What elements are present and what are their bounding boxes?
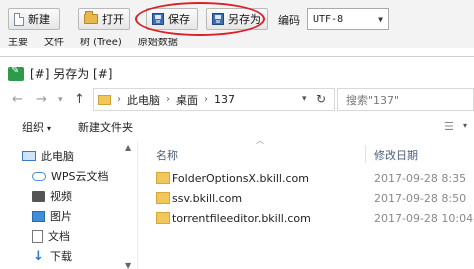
search-placeholder: 搜索"137" — [346, 93, 400, 107]
folder-icon — [156, 212, 170, 224]
breadcrumb-desktop[interactable]: 桌面 — [176, 92, 198, 108]
chevron-right-icon: › — [166, 94, 170, 105]
file-name: ssv.bkill.com — [172, 192, 243, 205]
pane-divider[interactable] — [137, 141, 138, 269]
dialog-title: [#] 另存为 [#] — [30, 67, 113, 81]
file-name: torrentfileeditor.bkill.com — [172, 212, 311, 225]
breadcrumb-137[interactable]: 137 — [214, 93, 235, 106]
scroll-down-icon[interactable]: ▼ — [125, 261, 131, 269]
sort-indicator-icon: ︿ — [256, 136, 264, 145]
sidebar-item-label: WPS云文档 — [51, 170, 109, 183]
sidebar-item-pictures[interactable]: 图片 — [32, 207, 72, 225]
save-button[interactable]: 保存 — [146, 8, 198, 30]
organize-label: 组织 — [22, 121, 44, 134]
scroll-up-icon[interactable]: ▲ — [125, 143, 131, 152]
file-modified: 2017-09-28 8:50 — [374, 192, 467, 205]
save-disk-icon — [152, 13, 164, 25]
open-button-label: 打开 — [102, 13, 124, 26]
chevron-down-icon: ▼ — [378, 14, 383, 24]
tab-tree[interactable]: 树 (Tree) — [72, 38, 130, 48]
view-options-icon[interactable]: ☰ — [444, 120, 454, 133]
file-name: FolderOptionsX.bkill.com — [172, 172, 309, 185]
recent-chevron-icon[interactable]: ▾ — [58, 95, 63, 105]
chevron-right-icon: › — [117, 94, 121, 105]
picture-icon — [32, 210, 45, 222]
forward-arrow-icon[interactable]: → — [36, 92, 47, 107]
encoding-label: 编码 — [278, 14, 300, 27]
refresh-icon[interactable]: ↻ — [316, 92, 326, 106]
column-divider[interactable] — [365, 145, 366, 163]
video-icon — [32, 190, 45, 202]
view-dropdown-icon[interactable]: ▾ — [463, 121, 467, 130]
list-item[interactable]: torrentfileeditor.bkill.com 2017-09-28 1… — [150, 209, 474, 229]
address-dropdown-icon[interactable]: ▾ — [302, 94, 307, 104]
folder-icon — [156, 172, 170, 184]
column-header-name[interactable]: 名称 — [156, 147, 178, 163]
tab-main[interactable]: 主要 — [0, 38, 36, 48]
sidebar-item-label: 文档 — [48, 230, 70, 243]
save-as-disk-icon — [212, 13, 224, 25]
new-file-icon — [14, 12, 24, 26]
command-bar: 组织 ▾ 新建文件夹 ☰ ▾ — [0, 117, 474, 137]
save-button-label: 保存 — [168, 13, 190, 26]
folder-icon — [156, 192, 170, 204]
app-icon — [8, 65, 24, 81]
sidebar-item-downloads[interactable]: ↓ 下载 — [32, 247, 72, 265]
dialog-title-bar: [#] 另存为 [#] — [8, 65, 112, 82]
document-icon — [32, 229, 43, 243]
address-row: ← → ▾ ↑ › 此电脑 › 桌面 › 137 ▾ ↻ 搜索"137" — [0, 87, 474, 113]
computer-icon — [22, 151, 36, 161]
folder-icon — [98, 94, 111, 105]
encoding-value: UTF-8 — [313, 13, 344, 25]
file-modified: 2017-09-28 10:04 — [374, 212, 474, 225]
download-icon: ↓ — [33, 248, 44, 264]
new-button-label: 新建 — [28, 13, 50, 26]
sidebar-item-label: 此电脑 — [41, 150, 74, 163]
tab-file[interactable]: 文件 — [36, 38, 72, 48]
editor-toolbar: 新建 打开 保存 另存为 编码 UTF-8 ▼ 主要 文件 树 (Tree) 原… — [0, 0, 474, 48]
encoding-select[interactable]: UTF-8 ▼ — [307, 8, 389, 30]
sidebar-item-wps-cloud[interactable]: WPS云文档 — [32, 167, 109, 185]
save-as-dialog: [#] 另存为 [#] ← → ▾ ↑ › 此电脑 › 桌面 › 137 ▾ ↻… — [0, 56, 474, 269]
sidebar-item-label: 视频 — [50, 190, 72, 203]
navigation-pane: 此电脑 WPS云文档 视频 图片 文档 ↓ 下载 — [0, 141, 134, 269]
sidebar-item-label: 下载 — [50, 250, 72, 263]
file-modified: 2017-09-28 8:35 — [374, 172, 467, 185]
chevron-right-icon: › — [204, 94, 208, 105]
address-bar[interactable]: › 此电脑 › 桌面 › 137 — [93, 88, 335, 111]
chevron-down-icon: ▾ — [47, 124, 52, 133]
sidebar-item-videos[interactable]: 视频 — [32, 187, 72, 205]
search-input[interactable]: 搜索"137" — [337, 88, 474, 111]
editor-tabs: 主要 文件 树 (Tree) 原始数据 — [0, 38, 186, 48]
new-button[interactable]: 新建 — [8, 8, 60, 30]
new-folder-button[interactable]: 新建文件夹 — [78, 119, 133, 135]
sidebar-item-documents[interactable]: 文档 — [32, 227, 70, 245]
list-item[interactable]: ssv.bkill.com 2017-09-28 8:50 — [150, 189, 474, 209]
open-folder-icon — [84, 11, 98, 24]
organize-button[interactable]: 组织 ▾ — [22, 119, 51, 135]
sidebar-item-label: 图片 — [50, 210, 72, 223]
cloud-icon — [32, 171, 46, 181]
list-item[interactable]: FolderOptionsX.bkill.com 2017-09-28 8:35 — [150, 169, 474, 189]
sidebar-item-this-pc[interactable]: 此电脑 — [22, 147, 74, 165]
breadcrumb-this-pc[interactable]: 此电脑 — [127, 92, 160, 108]
save-as-button-label: 另存为 — [228, 13, 261, 26]
back-arrow-icon[interactable]: ← — [12, 92, 23, 107]
open-button[interactable]: 打开 — [78, 8, 130, 30]
tab-raw-data[interactable]: 原始数据 — [130, 38, 186, 48]
up-arrow-icon[interactable]: ↑ — [74, 92, 85, 107]
column-header-modified[interactable]: 修改日期 — [374, 147, 418, 163]
save-as-button[interactable]: 另存为 — [206, 8, 268, 30]
